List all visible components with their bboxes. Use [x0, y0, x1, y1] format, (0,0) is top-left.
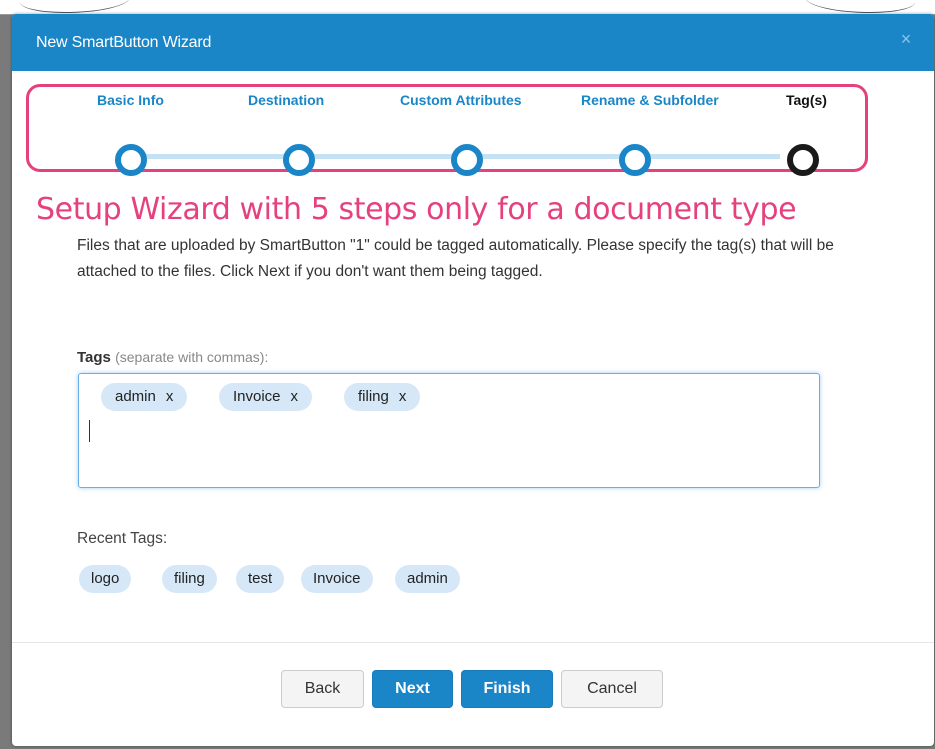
next-button[interactable]: Next [372, 670, 453, 708]
tags-label: Tags (separate with commas): [77, 349, 268, 366]
finish-button[interactable]: Finish [461, 670, 553, 708]
recent-tags-label: Recent Tags: [77, 530, 168, 547]
step-rename-subfolder[interactable]: Rename & Subfolder [581, 92, 719, 114]
remove-tag-icon[interactable]: x [166, 388, 174, 405]
back-button[interactable]: Back [281, 670, 364, 708]
step-label: Destination [248, 92, 325, 108]
tag-chip: filing x [344, 383, 421, 411]
recent-tag-chip[interactable]: test [236, 565, 285, 593]
tag-chip-label: admin [115, 388, 156, 405]
step-circle-icon[interactable] [451, 144, 483, 176]
step-label: Rename & Subfolder [581, 92, 719, 108]
step-destination[interactable]: Destination [248, 92, 324, 114]
tags-input[interactable] [78, 373, 820, 488]
step-circle-icon[interactable] [283, 144, 315, 176]
annotation-text: Setup Wizard with 5 steps only for a doc… [36, 192, 797, 227]
step-circle-icon[interactable] [787, 144, 819, 176]
step-circle-icon[interactable] [115, 144, 147, 176]
footer-divider [12, 642, 934, 643]
recent-tag-chip[interactable]: Invoice [301, 565, 373, 593]
step-label: Basic Info [97, 92, 164, 108]
tags-hint: (separate with commas): [115, 349, 269, 365]
step-circle-icon[interactable] [619, 144, 651, 176]
close-icon[interactable]: × [896, 28, 916, 50]
text-caret [89, 420, 90, 442]
recent-tag-chip[interactable]: filing [162, 565, 217, 593]
recent-tag-chip[interactable]: logo [79, 565, 132, 593]
tag-chip-label: filing [358, 388, 389, 405]
step-tags[interactable]: Tag(s) [786, 92, 827, 114]
tags-label-text: Tags [77, 349, 111, 366]
step-label: Custom Attributes [400, 92, 522, 108]
background-page [0, 0, 935, 15]
step-custom-attributes[interactable]: Custom Attributes [400, 92, 522, 114]
remove-tag-icon[interactable]: x [291, 388, 299, 405]
background-decoration [20, 0, 130, 13]
wizard-description: Files that are uploaded by SmartButton "… [77, 237, 834, 280]
step-basic-info[interactable]: Basic Info [97, 92, 164, 114]
dialog-header: New SmartButton Wizard × [12, 14, 934, 71]
dialog-title: New SmartButton Wizard [36, 34, 212, 51]
tag-chip: admin x [101, 383, 188, 411]
tag-chip-label: Invoice [233, 388, 281, 405]
step-label: Tag(s) [786, 92, 827, 108]
stepper-track [120, 154, 780, 159]
recent-tag-chip[interactable]: admin [395, 565, 460, 593]
cancel-button[interactable]: Cancel [561, 670, 663, 708]
remove-tag-icon[interactable]: x [399, 388, 407, 405]
tag-chip: Invoice x [219, 383, 313, 411]
background-decoration [805, 0, 915, 13]
